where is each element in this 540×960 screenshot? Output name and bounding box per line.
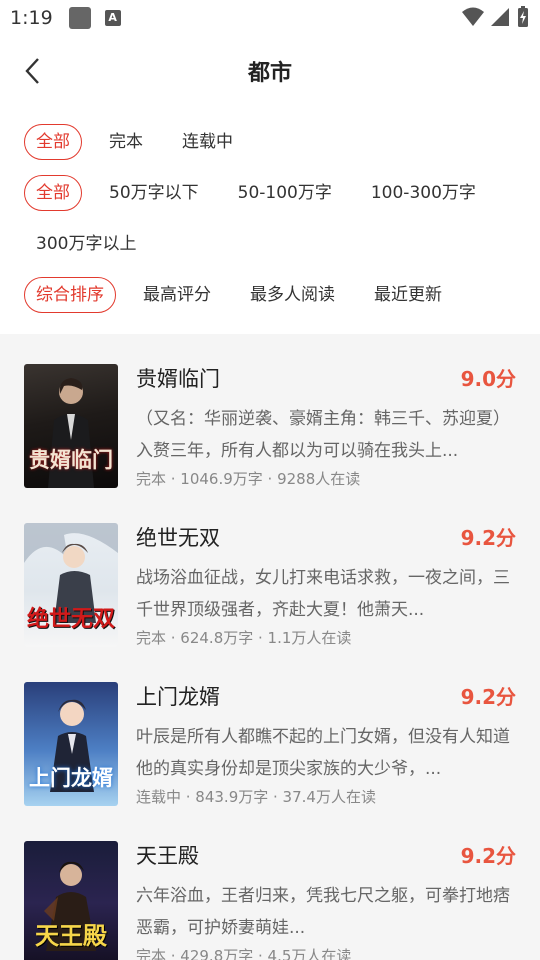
book-cover: 天王殿	[24, 841, 118, 960]
book-meta: 完本 · 624.8万字 · 1.1万人在读	[136, 629, 352, 647]
sort-most-read[interactable]: 最多人阅读	[238, 277, 347, 313]
page-title: 都市	[247, 61, 292, 86]
book-info: 天王殿 9.2分 六年浴血，王者归来，凭我七尺之躯，可拳打地痞恶霸，可护娇妻萌娃…	[136, 841, 516, 960]
chevron-left-icon	[25, 58, 39, 84]
book-description: 叶辰是所有人都瞧不起的上门女婿，但没有人知道他的真实身份却是顶尖家族的大少爷，.…	[136, 727, 510, 779]
book-description: 六年浴血，王者归来，凭我七尺之躯，可拳打地痞恶霸，可护娇妻萌娃...	[136, 886, 510, 938]
book-score: 9.0分	[460, 367, 516, 391]
cover-title: 天王殿	[35, 921, 107, 950]
list-item[interactable]: 贵婿临门 贵婿临门 9.0分 （又名：华丽逆袭、豪婿主角：韩三千、苏迎夏）入赘三…	[0, 364, 540, 523]
list-item[interactable]: 绝世无双 绝世无双 9.2分 战场浴血征战，女儿打来电话求救，一夜之间，三千世界…	[0, 523, 540, 682]
filter-words-all[interactable]: 全部	[24, 175, 82, 211]
filter-status-ongoing[interactable]: 连载中	[170, 124, 245, 160]
list-item[interactable]: 上门龙婿 上门龙婿 9.2分 叶辰是所有人都瞧不起的上门女婿，但没有人知道他的真…	[0, 682, 540, 841]
wordcount-filter-row: 全部 50万字以下 50-100万字 100-300万字 300万字以上	[24, 175, 540, 277]
book-description: （又名：华丽逆袭、豪婿主角：韩三千、苏迎夏）入赘三年，所有人都以为可以骑在我头上…	[136, 409, 510, 461]
status-time: 1:19	[10, 7, 53, 29]
book-title: 上门龙婿	[136, 685, 220, 709]
book-meta: 完本 · 429.8万字 · 4.5万人在读	[136, 947, 352, 960]
book-score: 9.2分	[460, 685, 516, 709]
status-icons	[462, 6, 530, 28]
notification-icon	[68, 7, 91, 29]
battery-icon	[518, 6, 528, 27]
sort-filter-row: 综合排序 最高评分 最多人阅读 最近更新	[24, 277, 540, 331]
filter-words-under-50[interactable]: 50万字以下	[97, 175, 211, 211]
book-title: 绝世无双	[136, 526, 220, 550]
book-title: 天王殿	[136, 844, 199, 868]
filter-status-complete[interactable]: 完本	[97, 124, 155, 160]
sort-recent[interactable]: 最近更新	[362, 277, 454, 313]
cover-title: 贵婿临门	[29, 447, 113, 472]
cover-title: 绝世无双	[26, 606, 115, 632]
book-info: 贵婿临门 9.0分 （又名：华丽逆袭、豪婿主角：韩三千、苏迎夏）入赘三年，所有人…	[136, 364, 516, 523]
filters: 全部 完本 连载中 全部 50万字以下 50-100万字 100-300万字 3…	[0, 106, 540, 331]
book-list: 贵婿临门 贵婿临门 9.0分 （又名：华丽逆袭、豪婿主角：韩三千、苏迎夏）入赘三…	[0, 334, 540, 960]
book-title: 贵婿临门	[136, 367, 220, 391]
back-button[interactable]	[16, 54, 50, 88]
book-cover: 绝世无双	[24, 523, 118, 647]
filter-words-50-100[interactable]: 50-100万字	[226, 175, 344, 211]
status-filter-row: 全部 完本 连载中	[24, 124, 540, 175]
sort-overall[interactable]: 综合排序	[24, 277, 116, 313]
cover-title: 上门龙婿	[29, 765, 113, 790]
book-meta: 完本 · 1046.9万字 · 9288人在读	[136, 470, 361, 488]
sort-top-rated[interactable]: 最高评分	[131, 277, 223, 313]
book-info: 绝世无双 9.2分 战场浴血征战，女儿打来电话求救，一夜之间，三千世界顶级强者，…	[136, 523, 516, 682]
header: 都市	[0, 36, 540, 106]
filter-words-100-300[interactable]: 100-300万字	[359, 175, 488, 211]
book-cover: 上门龙婿	[24, 682, 118, 806]
signal-icon	[491, 8, 509, 26]
status-bar: 1:19 A	[0, 0, 540, 36]
filter-status-all[interactable]: 全部	[24, 124, 82, 160]
book-score: 9.2分	[460, 844, 516, 868]
book-cover: 贵婿临门	[24, 364, 118, 488]
book-description: 战场浴血征战，女儿打来电话求救，一夜之间，三千世界顶级强者，齐赴大夏！他萧天..…	[136, 568, 510, 620]
book-info: 上门龙婿 9.2分 叶辰是所有人都瞧不起的上门女婿，但没有人知道他的真实身份却是…	[136, 682, 516, 841]
list-item[interactable]: 天王殿 天王殿 9.2分 六年浴血，王者归来，凭我七尺之躯，可拳打地痞恶霸，可护…	[0, 841, 540, 960]
book-meta: 连载中 · 843.9万字 · 37.4万人在读	[136, 788, 376, 806]
filter-words-over-300[interactable]: 300万字以上	[24, 226, 148, 262]
a-icon: A	[104, 10, 121, 26]
book-score: 9.2分	[460, 526, 516, 550]
wifi-icon	[462, 7, 484, 26]
